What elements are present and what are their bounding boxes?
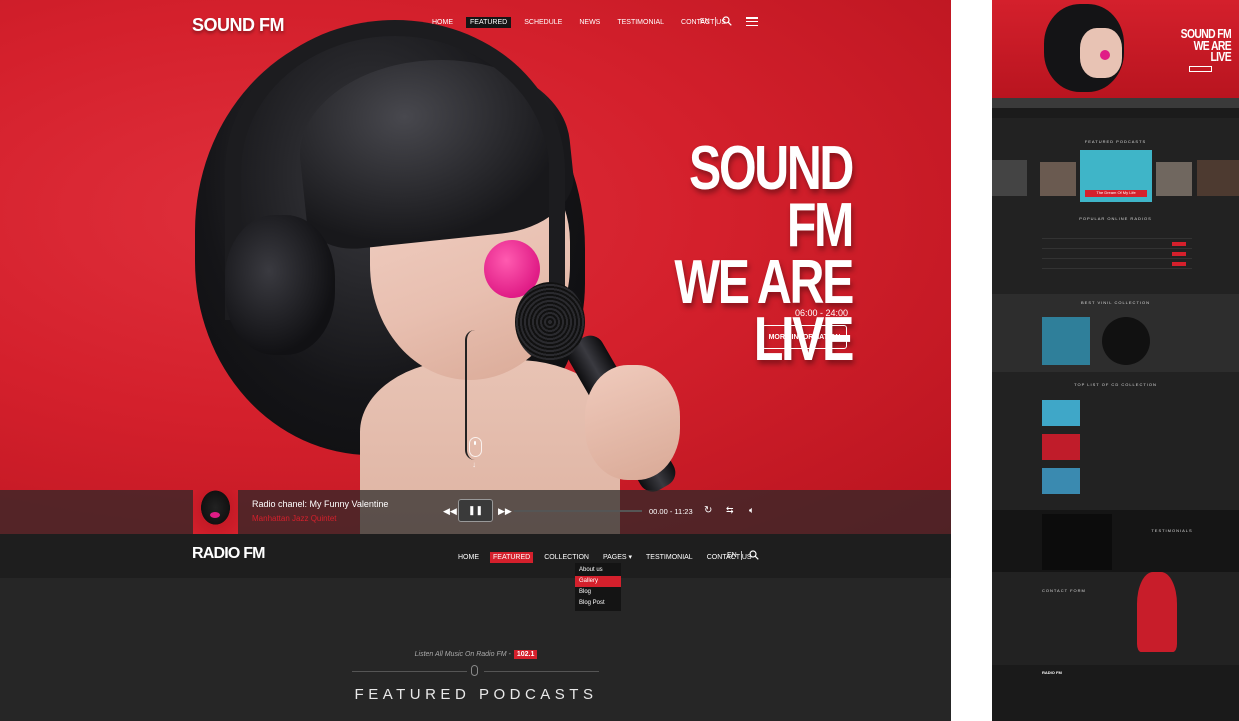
- nav2-pages-label: PAGES: [602, 554, 627, 561]
- preview-table-row: [1042, 258, 1192, 259]
- nav2-item-home[interactable]: HOME: [455, 552, 482, 563]
- preview-testimonial-section: [992, 510, 1239, 572]
- track-title: Radio chanel: My Funny Valentine: [252, 499, 389, 509]
- preview-title-line: LIVE: [1210, 49, 1231, 64]
- track-time: 00.00 - 11:23: [649, 507, 693, 516]
- nav2-item-testimonial[interactable]: TESTIMONIAL: [643, 552, 696, 563]
- microphone-icon: [471, 665, 478, 676]
- hero-section: SOUND FM HOME FEATURED SCHEDULE NEWS TES…: [0, 0, 951, 534]
- dropdown-item-blog-post[interactable]: Blog Post: [575, 598, 621, 609]
- nav-item-testimonial[interactable]: TESTIMONIAL: [613, 17, 668, 28]
- preview-table-row: [1042, 238, 1192, 239]
- preview-table-row: [1042, 268, 1192, 269]
- progress-bar[interactable]: [514, 510, 642, 512]
- top-nav: HOME FEATURED SCHEDULE NEWS TESTIMONIAL …: [428, 17, 730, 28]
- preview-tag: [1172, 242, 1186, 246]
- more-information-button[interactable]: MORE INFORMATION: [762, 325, 847, 349]
- preview-section-label: BEST VINIL COLLECTION: [1080, 300, 1150, 305]
- nav2-item-pages[interactable]: PAGES ▾: [600, 551, 635, 563]
- microphone-head: [515, 282, 585, 362]
- pause-button[interactable]: ❚❚: [458, 499, 493, 522]
- singer-hand: [585, 365, 680, 480]
- preview-section-label: CONTACT FORM: [1042, 588, 1086, 593]
- nav-item-news[interactable]: NEWS: [575, 17, 604, 28]
- divider-left: [352, 671, 467, 672]
- pages-dropdown: About us Gallery Blog Blog Post: [575, 563, 621, 611]
- nav2-item-collection[interactable]: COLLECTION: [541, 552, 592, 563]
- frequency-badge: 102.1: [513, 650, 538, 659]
- scroll-mouse-icon[interactable]: [469, 437, 482, 457]
- hero-title-line: SOUND FM: [689, 134, 854, 260]
- nav2-item-featured[interactable]: FEATURED: [490, 551, 534, 563]
- preview-table-row: [1042, 248, 1192, 249]
- next-icon[interactable]: ▶▶: [498, 506, 512, 517]
- preview-section-label: TESTIMONIALS: [1151, 528, 1193, 533]
- preview-hero-title: SOUND FM WE ARE LIVE: [1164, 27, 1232, 64]
- preview-section-label: FEATURED PODCASTS: [1084, 139, 1147, 144]
- preview-footer: [992, 665, 1239, 721]
- hamburger-menu-icon[interactable]: [746, 17, 758, 26]
- preview-tag: [1172, 262, 1186, 266]
- preview-card-caption: The Dream Of My Life: [1085, 190, 1147, 197]
- preview-cd: [1042, 400, 1080, 426]
- radio-logo[interactable]: RADIO FM: [192, 545, 265, 563]
- scroll-down-arrow-icon: ↓: [472, 460, 476, 469]
- preview-card: [1156, 162, 1192, 196]
- preview-speaker: [1042, 514, 1112, 570]
- preview-card: [1040, 162, 1076, 196]
- language-switch-2[interactable]: EN: [727, 552, 737, 559]
- preview-dancer: [1137, 572, 1177, 652]
- dropdown-item-about[interactable]: About us: [575, 565, 621, 576]
- repeat-icon[interactable]: ↻: [704, 505, 712, 516]
- preview-more-button: [1189, 66, 1212, 72]
- hero-title-line: WE ARE: [674, 248, 854, 317]
- headphone-cup: [225, 215, 335, 355]
- preview-card: [1197, 160, 1239, 196]
- shuffle-icon[interactable]: ⇆: [726, 505, 734, 516]
- preview-cd: [1042, 468, 1080, 494]
- chevron-down-icon: ▾: [628, 554, 633, 561]
- volume-icon[interactable]: 🔈︎: [749, 505, 754, 516]
- main-page: SOUND FM HOME FEATURED SCHEDULE NEWS TES…: [0, 0, 951, 721]
- nav-item-home[interactable]: HOME: [428, 17, 457, 28]
- preview-nav: [992, 108, 1239, 118]
- preview-footer-logo: RADIO FM: [1042, 670, 1062, 675]
- secondary-nav: HOME FEATURED COLLECTION PAGES ▾ TESTIMO…: [455, 551, 755, 563]
- divider: [741, 551, 742, 560]
- preview-album: [1042, 317, 1090, 365]
- search-icon[interactable]: [722, 16, 732, 26]
- preview-card: [992, 160, 1027, 196]
- previous-icon[interactable]: ◀◀: [443, 506, 457, 517]
- preview-tag: [1172, 252, 1186, 256]
- search-icon[interactable]: [749, 550, 759, 560]
- nav-item-schedule[interactable]: SCHEDULE: [520, 17, 566, 28]
- divider: [715, 17, 716, 26]
- site-logo[interactable]: SOUND FM: [192, 15, 285, 36]
- dropdown-item-blog[interactable]: Blog: [575, 587, 621, 598]
- track-artist: Manhattan Jazz Quintet: [252, 514, 337, 523]
- preview-section-label: POPULAR ONLINE RADIOS: [1079, 216, 1152, 221]
- section-title: FEATURED PODCASTS: [354, 686, 598, 703]
- dropdown-item-gallery[interactable]: Gallery: [575, 576, 621, 587]
- track-thumbnail: [193, 490, 238, 534]
- preview-cd: [1042, 434, 1080, 460]
- preview-vinyl: [1102, 317, 1150, 365]
- preview-section-label: TOP LIST OF CD COLLECTION: [1074, 382, 1157, 387]
- full-page-preview: SOUND FM WE ARE LIVE FEATURED PODCASTS T…: [992, 0, 1239, 721]
- tagline-text: Listen All Music On Radio FM -: [414, 651, 511, 658]
- preview-singer-lips: [1100, 50, 1110, 60]
- tagline: Listen All Music On Radio FM -102.1: [352, 650, 600, 659]
- broadcast-time: 06:00 - 24:00: [794, 308, 848, 318]
- nav-item-featured[interactable]: FEATURED: [466, 17, 512, 28]
- preview-player: [992, 98, 1239, 108]
- divider-right: [484, 671, 599, 672]
- language-switch[interactable]: EN: [700, 18, 710, 25]
